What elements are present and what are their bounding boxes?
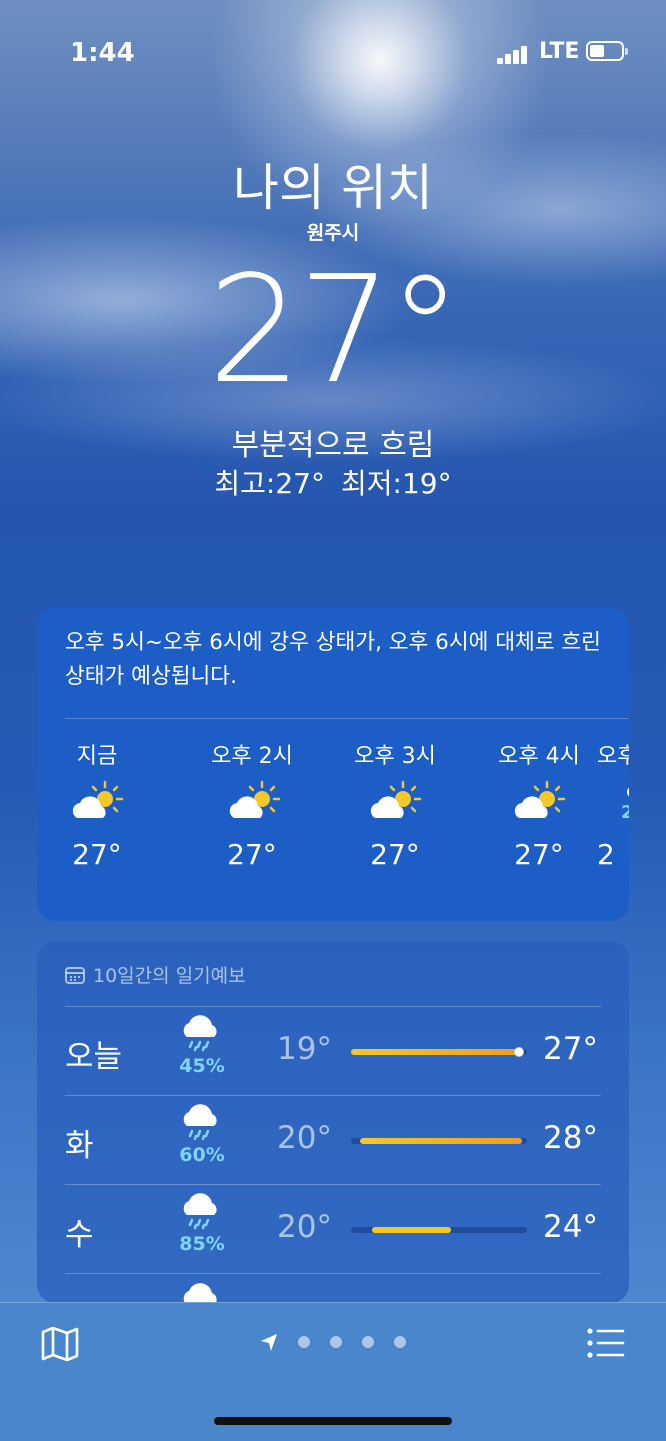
location-arrow-icon: [261, 1334, 277, 1351]
precip-chance: 85%: [179, 1233, 225, 1255]
hour-item: 지금 27°: [37, 738, 157, 871]
forecast-title: 10일간의 일기예보: [93, 965, 246, 987]
divider: [65, 1273, 601, 1274]
day-label: 오늘: [65, 1039, 123, 1075]
high-temp: 28°: [543, 1120, 598, 1156]
temp-range-bar: [351, 1227, 527, 1233]
high-temp: 최고:27°: [214, 467, 325, 500]
calendar-icon: [65, 967, 85, 984]
battery-icon: [586, 41, 628, 61]
low-temp: 최저:19°: [341, 467, 452, 500]
rain-cloud-icon: [183, 1193, 217, 1230]
precip-chance: 60%: [179, 1144, 225, 1166]
partly-cloudy-icon: [479, 772, 599, 838]
status-time: 1:44: [70, 38, 135, 68]
cellular-signal-icon: [497, 44, 529, 64]
forecast-row-tue[interactable]: 화 60% 20° 28°: [37, 1096, 629, 1184]
page-dot: [394, 1336, 406, 1348]
forecast-row-wed[interactable]: 수 85% 20° 24°: [37, 1185, 629, 1273]
day-label: 수: [65, 1217, 94, 1253]
list-icon[interactable]: [586, 1327, 626, 1359]
current-temp-dot: [514, 1047, 525, 1057]
rain-cloud-icon: [183, 1015, 217, 1052]
rain-icon: 2: [597, 772, 629, 838]
hour-label: 오후 2시: [211, 744, 293, 769]
hour-item: 오후 3시 27°: [335, 738, 455, 871]
low-temp: 20°: [277, 1120, 332, 1156]
hour-temp: 27°: [370, 838, 420, 871]
page-dot: [330, 1336, 342, 1348]
hour-label: 오후 4시: [498, 744, 580, 769]
high-low: 최고:27° 최저:19°: [0, 462, 666, 502]
forecast-header: 10일간의 일기예보: [65, 961, 246, 988]
bottom-toolbar: [0, 1302, 666, 1441]
map-icon[interactable]: [40, 1325, 80, 1363]
hour-temp: 27°: [514, 838, 564, 871]
day-label: 화: [65, 1128, 94, 1164]
temp-range: [351, 1049, 519, 1055]
hour-temp: 27°: [227, 838, 277, 871]
hour-temp: 27°: [72, 838, 122, 871]
weather-condition: 부분적으로 흐림: [231, 428, 435, 463]
temp-range: [359, 1138, 522, 1144]
precip-chance: 45%: [179, 1055, 225, 1077]
page-dot: [298, 1336, 310, 1348]
hourly-forecast-card[interactable]: 오후 5시~오후 6시에 강우 상태가, 오후 6시에 대체로 흐린 상태가 예…: [37, 608, 629, 921]
rain-cloud-icon: [183, 1104, 217, 1141]
high-temp: 24°: [543, 1209, 598, 1245]
ten-day-forecast-card[interactable]: 10일간의 일기예보 오늘 45% 19° 27° 화 60% 20° 28° …: [37, 941, 629, 1303]
partly-cloudy-icon: [192, 772, 312, 838]
hour-label: 오후: [597, 744, 629, 769]
hour-temp: 2: [597, 838, 615, 871]
location-title: 나의 위치: [233, 159, 433, 217]
status-bar: 1:44 LTE: [0, 38, 666, 70]
forecast-row-today[interactable]: 오늘 45% 19° 27°: [37, 1007, 629, 1095]
home-indicator[interactable]: [214, 1417, 452, 1425]
temp-range: [372, 1227, 452, 1233]
city-name: 원주시: [306, 222, 360, 244]
low-temp: 19°: [277, 1031, 332, 1067]
cloud-icon-partial: [183, 1283, 217, 1303]
hour-label: 지금: [76, 744, 118, 769]
hour-item: 오후 4시 27°: [479, 738, 599, 871]
page-dot: [362, 1336, 374, 1348]
temp-range-bar: [351, 1138, 527, 1144]
hourly-scroller[interactable]: 지금 27° 오후 2시 27° 오후 3시 27° 오후 4시 27° 오후 …: [37, 738, 629, 898]
partly-cloudy-icon: [335, 772, 455, 838]
hour-label: 오후 3시: [354, 744, 436, 769]
divider: [65, 718, 629, 719]
partly-cloudy-icon: [37, 772, 157, 838]
network-type: LTE: [539, 39, 580, 64]
hour-item-partial: 오후 2 2: [597, 738, 629, 871]
hourly-summary: 오후 5시~오후 6시에 강우 상태가, 오후 6시에 대체로 흐린 상태가 예…: [65, 630, 601, 689]
rain-pct-partial: 2: [621, 802, 629, 823]
temp-range-bar: [351, 1047, 527, 1057]
current-temperature: 27°: [207, 244, 462, 416]
high-temp: 27°: [543, 1031, 598, 1067]
hour-item: 오후 2시 27°: [192, 738, 312, 871]
low-temp: 20°: [277, 1209, 332, 1245]
